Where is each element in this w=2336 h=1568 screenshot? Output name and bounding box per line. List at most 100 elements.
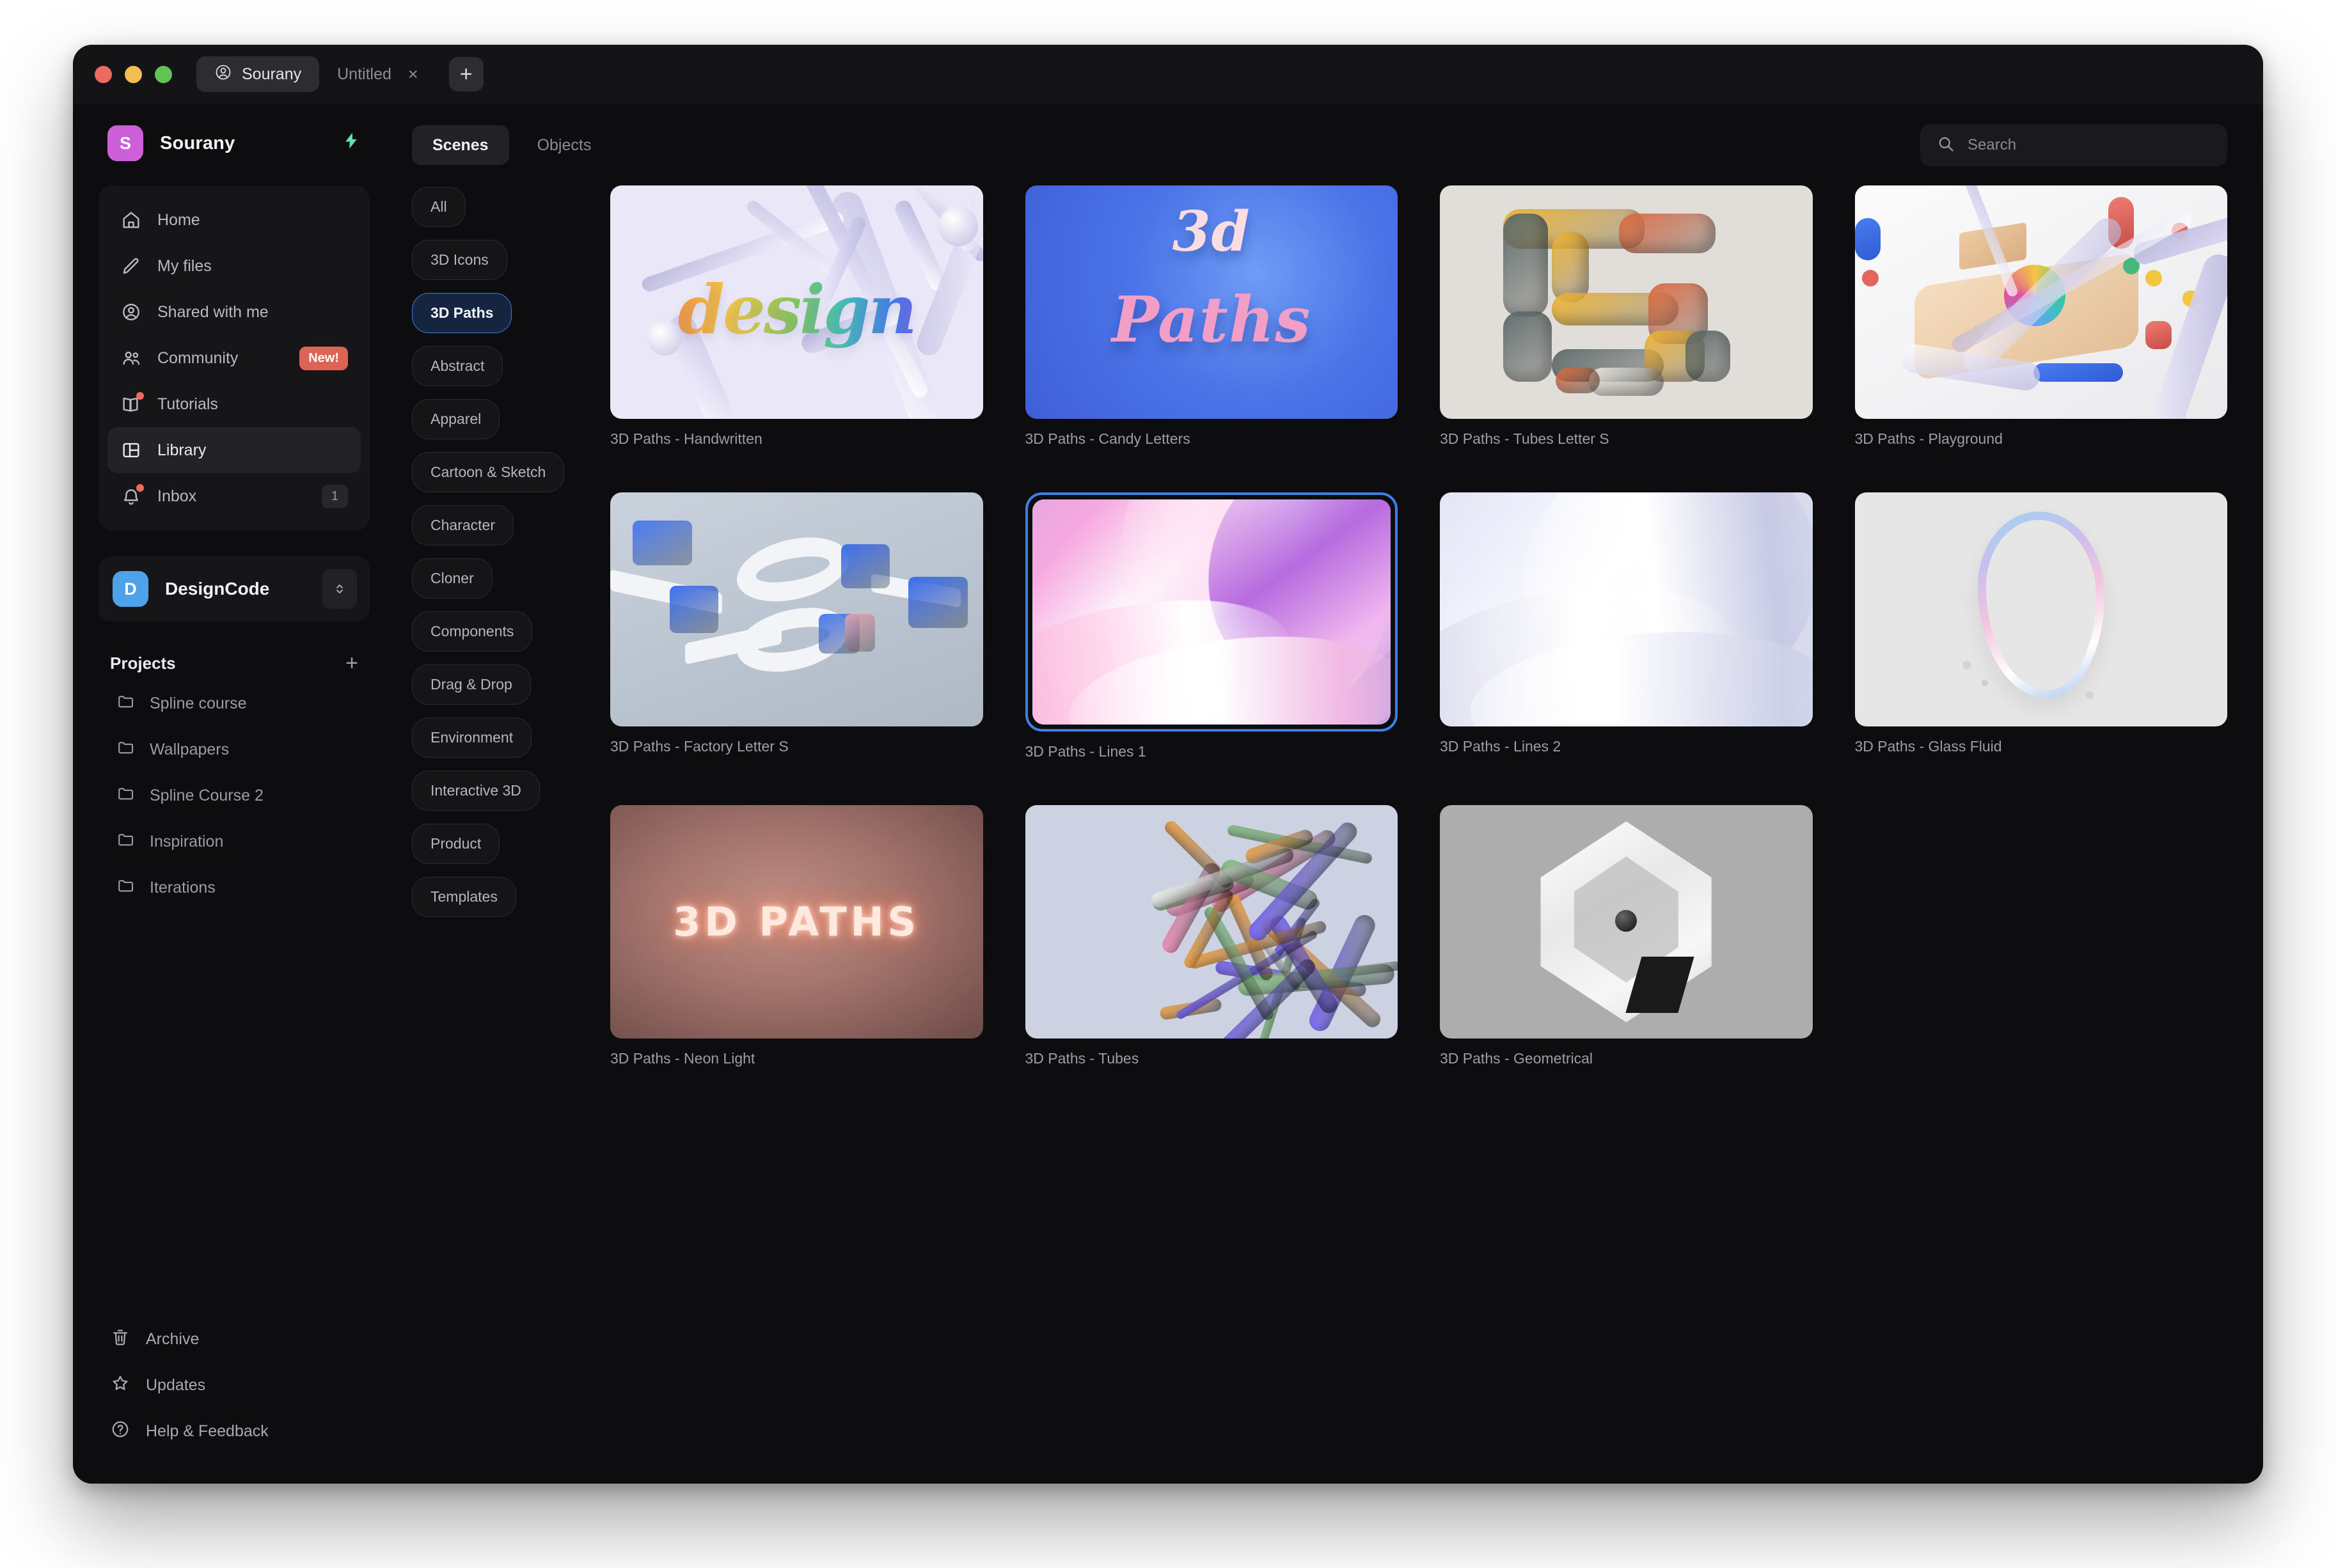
category-chip-templates[interactable]: Templates (412, 877, 516, 917)
scene-card[interactable]: 3D Paths - Playground (1854, 185, 2227, 448)
category-chip-character[interactable]: Character (412, 505, 514, 545)
thumbnail-word: design (610, 270, 983, 349)
sidebar-item-label: Inbox (157, 487, 197, 505)
scene-thumbnail[interactable] (1854, 185, 2227, 419)
search-input[interactable] (1968, 136, 2211, 154)
search-bar[interactable] (1920, 124, 2227, 166)
category-chip-interactive-3d[interactable]: Interactive 3D (412, 771, 540, 811)
scene-card[interactable]: 3D Paths - Tubes (1025, 804, 1398, 1067)
scene-thumbnail[interactable] (610, 492, 983, 726)
thumbnail-art-lines-2 (1440, 492, 1813, 726)
scene-thumbnail-frame[interactable] (1025, 492, 1398, 732)
scene-thumbnail[interactable]: design (610, 185, 983, 419)
lightning-icon[interactable] (342, 131, 361, 155)
sidebar-item-label: Tutorials (157, 395, 218, 413)
scene-thumbnail-frame[interactable]: 3d Paths (1025, 185, 1398, 419)
sidebar-item-label: Help & Feedback (146, 1422, 269, 1440)
tab-account[interactable]: Sourany (196, 56, 320, 92)
project-item[interactable]: Iterations (99, 865, 370, 911)
maximize-window-button[interactable] (155, 65, 172, 83)
workspace-header[interactable]: S Sourany (99, 104, 370, 183)
scene-thumbnail[interactable] (1440, 185, 1813, 419)
sidebar-item-community[interactable]: Community New! (107, 335, 361, 381)
tab-untitled-label: Untitled (337, 65, 391, 83)
scene-thumbnail-frame[interactable]: design (610, 185, 983, 419)
search-icon (1937, 135, 1955, 156)
scene-card[interactable]: design 3D Paths - Handwritten (610, 185, 983, 448)
scene-card[interactable]: 3D PATHS 3D Paths - Neon Light (610, 804, 983, 1067)
thumbnail-art-geometrical (1440, 804, 1813, 1039)
tab-untitled[interactable]: Untitled × (319, 56, 436, 92)
project-item[interactable]: Spline course (99, 680, 370, 726)
project-item[interactable]: Spline Course 2 (99, 772, 370, 819)
team-switcher[interactable]: D DesignCode (99, 556, 370, 622)
category-chip-abstract[interactable]: Abstract (412, 346, 503, 386)
sidebar-item-inbox[interactable]: Inbox 1 (107, 473, 361, 519)
scene-thumbnail-frame[interactable] (1854, 185, 2227, 419)
scene-thumbnail-frame[interactable] (610, 492, 983, 726)
trash-icon (110, 1327, 130, 1352)
scene-thumbnail[interactable] (1025, 804, 1398, 1039)
scene-thumbnail[interactable]: 3d Paths (1025, 185, 1398, 419)
tab-scenes[interactable]: Scenes (412, 125, 509, 165)
folder-icon (116, 692, 136, 716)
scene-card[interactable]: 3D Paths - Lines 2 (1440, 492, 1813, 760)
sidebar-item-updates[interactable]: Updates (99, 1362, 370, 1408)
category-chip-3d-paths[interactable]: 3D Paths (412, 293, 512, 333)
chevron-updown-icon[interactable] (322, 569, 357, 609)
category-chip-product[interactable]: Product (412, 824, 500, 864)
scene-thumbnail-frame[interactable]: 3D PATHS (610, 804, 983, 1039)
scene-card[interactable]: 3D Paths - Geometrical (1440, 804, 1813, 1067)
sidebar-item-label: Updates (146, 1376, 206, 1394)
team-avatar: D (113, 571, 148, 607)
scene-thumbnail-frame[interactable] (1440, 185, 1813, 419)
add-project-button[interactable]: + (345, 652, 358, 674)
sidebar-item-home[interactable]: Home (107, 197, 361, 243)
scene-thumbnail[interactable] (1440, 492, 1813, 726)
plus-icon: + (345, 651, 358, 675)
scene-thumbnail[interactable]: 3D PATHS (610, 804, 983, 1039)
scene-card[interactable]: 3D Paths - Factory Letter S (610, 492, 983, 760)
sidebar-item-library[interactable]: Library (107, 427, 361, 473)
project-item[interactable]: Wallpapers (99, 726, 370, 772)
category-chip-3d-icons[interactable]: 3D Icons (412, 240, 507, 280)
scene-thumbnail-frame[interactable] (1440, 492, 1813, 726)
scene-card[interactable]: 3D Paths - Glass Fluid (1854, 492, 2227, 760)
close-icon[interactable]: × (408, 65, 418, 83)
layout-icon (120, 439, 142, 461)
project-item[interactable]: Inspiration (99, 819, 370, 865)
close-window-button[interactable] (95, 65, 112, 83)
project-label: Wallpapers (150, 740, 230, 758)
tab-label: Scenes (432, 136, 489, 154)
scene-thumbnail-frame[interactable] (1440, 804, 1813, 1039)
scene-thumbnail[interactable] (1854, 492, 2227, 726)
scene-card-label: 3D Paths - Lines 2 (1440, 737, 1561, 755)
category-chip-cloner[interactable]: Cloner (412, 558, 493, 599)
scene-thumbnail[interactable] (1032, 499, 1391, 725)
tab-account-label: Sourany (242, 65, 302, 83)
sidebar-item-shared-with-me[interactable]: Shared with me (107, 289, 361, 335)
sidebar-item-my-files[interactable]: My files (107, 243, 361, 289)
sidebar-item-label: Archive (146, 1329, 200, 1348)
scene-thumbnail[interactable] (1440, 804, 1813, 1039)
scene-thumbnail-frame[interactable] (1025, 804, 1398, 1039)
star-icon (110, 1373, 130, 1398)
tab-objects[interactable]: Objects (517, 125, 612, 165)
sidebar-item-tutorials[interactable]: Tutorials (107, 381, 361, 427)
category-chip-components[interactable]: Components (412, 611, 533, 652)
scene-card[interactable]: 3D Paths - Lines 1 (1025, 492, 1398, 760)
scene-card[interactable]: 3d Paths 3D Paths - Candy Letters (1025, 185, 1398, 448)
scene-card[interactable]: 3D Paths - Tubes Letter S (1440, 185, 1813, 448)
sidebar-item-archive[interactable]: Archive (99, 1316, 370, 1362)
minimize-window-button[interactable] (125, 65, 142, 83)
new-tab-button[interactable]: + (448, 57, 484, 91)
avatar-initial: S (119, 133, 131, 153)
sidebar-item-help-feedback[interactable]: Help & Feedback (99, 1408, 370, 1454)
sidebar-item-label: My files (157, 256, 212, 275)
category-chip-cartoon-sketch[interactable]: Cartoon & Sketch (412, 452, 565, 492)
category-chip-apparel[interactable]: Apparel (412, 399, 500, 439)
category-chip-environment[interactable]: Environment (412, 717, 532, 758)
scene-thumbnail-frame[interactable] (1854, 492, 2227, 726)
category-chip-drag-drop[interactable]: Drag & Drop (412, 664, 531, 705)
category-chip-all[interactable]: All (412, 187, 466, 227)
